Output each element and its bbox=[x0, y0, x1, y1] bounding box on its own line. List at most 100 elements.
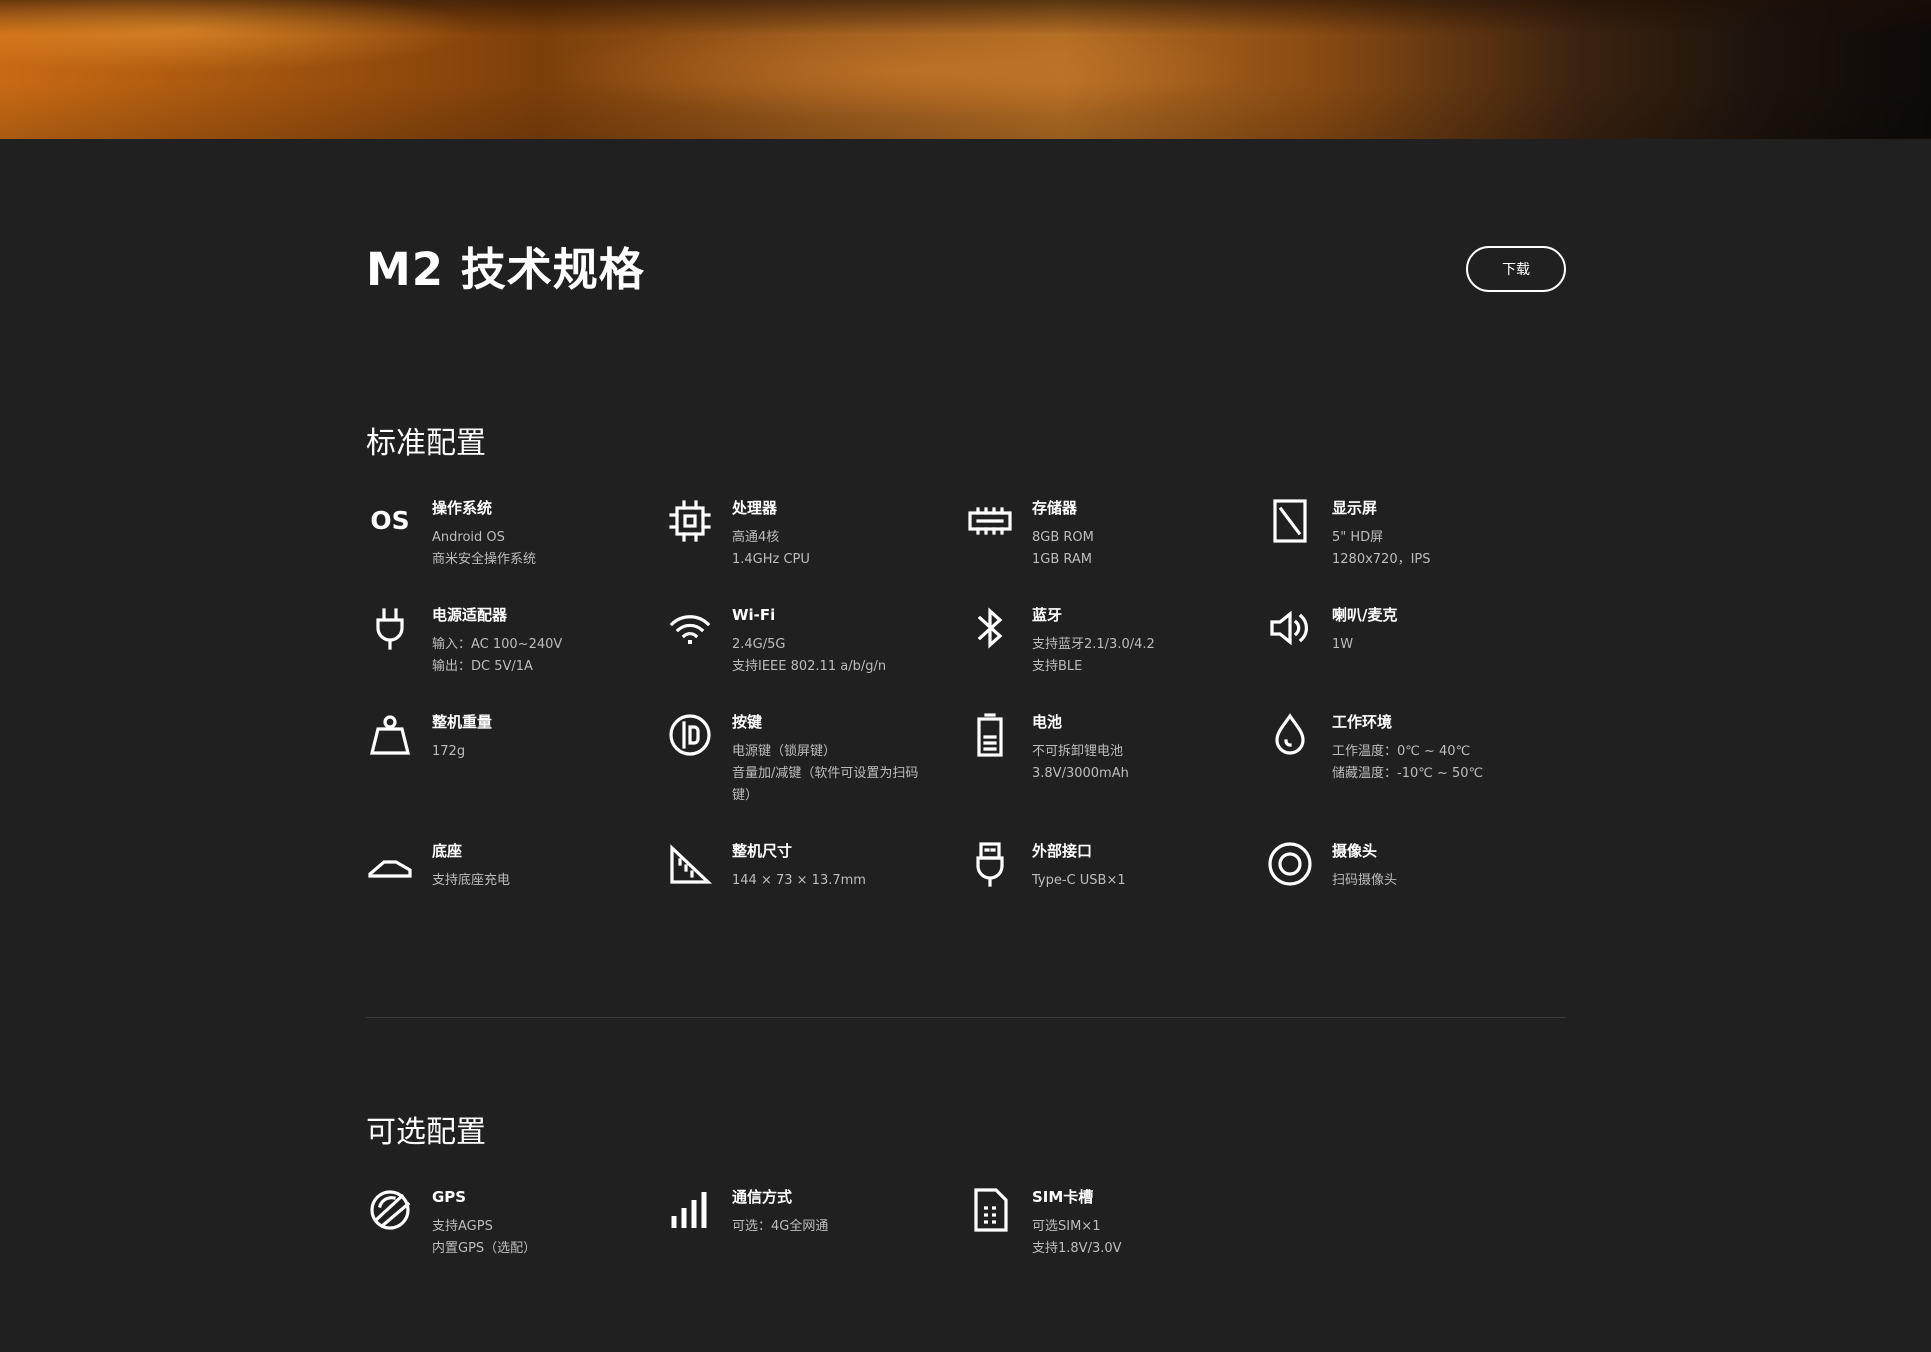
spec-text: GPS 支持AGPS 内置GPS（选配） bbox=[432, 1186, 536, 1260]
spec-text: 整机重量 172g bbox=[432, 711, 492, 763]
spec-name: 存储器 bbox=[1032, 499, 1078, 517]
spec-detail-line: 内置GPS（选配） bbox=[432, 1241, 537, 1256]
spec-detail-line: 电源键（锁屏键） bbox=[732, 744, 837, 759]
spec-item-4: 显示屏 5" HD屏 1280x720，IPS bbox=[1266, 497, 1566, 571]
spec-text: 底座 支持底座充电 bbox=[432, 840, 510, 892]
spec-text: SIM卡槽 可选SIM×1 支持1.8V/3.0V bbox=[1032, 1186, 1122, 1260]
spec-detail-line: 商米安全操作系统 bbox=[432, 552, 537, 567]
spec-item-11: 电池不可拆卸锂电池 3.8V/3000mAh bbox=[966, 711, 1266, 785]
spec-text: Wi-Fi 2.4G/5G 支持IEEE 802.11 a/b/g/n bbox=[732, 604, 886, 678]
spec-item-16: 摄像头 扫码摄像头 bbox=[1266, 840, 1566, 892]
spec-item-9: 整机重量 172g bbox=[366, 711, 666, 763]
spec-name: 外部接口 bbox=[1032, 842, 1093, 860]
spec-name: 蓝牙 bbox=[1032, 606, 1063, 624]
spec-detail-line: 高通4核 bbox=[732, 530, 780, 545]
spec-text: 工作环境工作温度：0℃ ~ 40℃ 储藏温度：-10℃ ~ 50℃ bbox=[1332, 711, 1483, 785]
spec-name: 摄像头 bbox=[1332, 842, 1378, 860]
os-icon: OS bbox=[366, 497, 414, 545]
ruler-triangle-icon bbox=[666, 840, 714, 888]
section-divider bbox=[366, 1017, 1566, 1018]
spec-text: 通信方式可选：4G全网通 bbox=[732, 1186, 828, 1238]
spec-detail-line: 输出：DC 5V/1A bbox=[432, 659, 533, 674]
spec-detail-line: 3.8V/3000mAh bbox=[1032, 766, 1129, 781]
spec-text: 显示屏 5" HD屏 1280x720，IPS bbox=[1332, 497, 1431, 571]
spec-text: 操作系统 Android OS 商米安全操作系统 bbox=[432, 497, 536, 571]
spec-detail-line: 支持AGPS bbox=[432, 1219, 493, 1234]
spec-text: 摄像头 扫码摄像头 bbox=[1332, 840, 1397, 892]
spec-name: 底座 bbox=[432, 842, 463, 860]
spec-text: 按键电源键（锁屏键） 音量加/减键（软件可设置为扫码 键） bbox=[732, 711, 918, 807]
spec-detail-line: 输入：AC 100~240V bbox=[432, 637, 563, 652]
spec-detail-line: 5" HD屏 bbox=[1332, 530, 1384, 545]
spec-text: 存储器 8GB ROM 1GB RAM bbox=[1032, 497, 1094, 571]
spec-detail-line: 1.4GHz CPU bbox=[732, 552, 810, 567]
spec-item-10: 按键电源键（锁屏键） 音量加/减键（软件可设置为扫码 键） bbox=[666, 711, 966, 807]
spec-item-8: 喇叭/麦克 1W bbox=[1266, 604, 1566, 656]
spec-text: 喇叭/麦克 1W bbox=[1332, 604, 1397, 656]
spec-item-7: 蓝牙支持蓝牙2.1/3.0/4.2 支持BLE bbox=[966, 604, 1266, 678]
spec-item-3: 存储器 8GB ROM 1GB RAM bbox=[966, 497, 1266, 571]
spec-detail-line: 可选：4G全网通 bbox=[732, 1219, 829, 1234]
optional-section-title: 可选配置 bbox=[366, 1115, 486, 1150]
spec-detail-line: 音量加/减键（软件可设置为扫码 bbox=[732, 766, 919, 781]
spec-detail-line: 工作温度：0℃ ~ 40℃ bbox=[1332, 744, 1471, 759]
cpu-icon bbox=[666, 497, 714, 545]
spec-name: 电池 bbox=[1032, 713, 1063, 731]
spec-detail-line: 1280x720，IPS bbox=[1332, 552, 1431, 567]
download-button[interactable]: 下载 bbox=[1466, 246, 1566, 292]
spec-text: 外部接口 Type-C USB×1 bbox=[1032, 840, 1126, 892]
spec-detail-line: 支持BLE bbox=[1032, 659, 1083, 674]
spec-detail-line: 键） bbox=[732, 788, 759, 803]
usb-plug-icon bbox=[966, 840, 1014, 888]
spec-detail-line: 可选SIM×1 bbox=[1032, 1219, 1101, 1234]
spec-detail-line: 1GB RAM bbox=[1032, 552, 1093, 567]
power-plug-icon bbox=[366, 604, 414, 652]
spec-text: 电池不可拆卸锂电池 3.8V/3000mAh bbox=[1032, 711, 1129, 785]
spec-name: 喇叭/麦克 bbox=[1332, 606, 1398, 624]
spec-name: 操作系统 bbox=[432, 499, 493, 517]
spec-item-6: Wi-Fi 2.4G/5G 支持IEEE 802.11 a/b/g/n bbox=[666, 604, 966, 678]
spec-detail-line: 支持蓝牙2.1/3.0/4.2 bbox=[1032, 637, 1155, 652]
spec-text: 蓝牙支持蓝牙2.1/3.0/4.2 支持BLE bbox=[1032, 604, 1155, 678]
spec-detail-line: Type-C USB×1 bbox=[1032, 873, 1126, 888]
spec-detail-line: Android OS bbox=[432, 530, 505, 545]
svg-text:OS: OS bbox=[370, 506, 409, 535]
display-icon bbox=[1266, 497, 1314, 545]
spec-item-2: 通信方式可选：4G全网通 bbox=[666, 1186, 966, 1238]
spec-item-5: 电源适配器 输入：AC 100~240V 输出：DC 5V/1A bbox=[366, 604, 666, 678]
spec-detail-line: 支持1.8V/3.0V bbox=[1032, 1241, 1122, 1256]
camera-icon bbox=[1266, 840, 1314, 888]
spec-item-1: OS 操作系统 Android OS 商米安全操作系统 bbox=[366, 497, 666, 571]
spec-name: 按键 bbox=[732, 713, 763, 731]
spec-item-13: 底座 支持底座充电 bbox=[366, 840, 666, 892]
spec-detail-line: 储藏温度：-10℃ ~ 50℃ bbox=[1332, 766, 1484, 781]
spec-item-12: 工作环境工作温度：0℃ ~ 40℃ 储藏温度：-10℃ ~ 50℃ bbox=[1266, 711, 1566, 785]
standard-section-title: 标准配置 bbox=[366, 426, 486, 461]
spec-name: GPS bbox=[432, 1188, 467, 1206]
speaker-icon bbox=[1266, 604, 1314, 652]
spec-name: Wi-Fi bbox=[732, 606, 776, 624]
spec-item-14: 整机尺寸 144 × 73 × 13.7mm bbox=[666, 840, 966, 892]
spec-detail-line: 支持IEEE 802.11 a/b/g/n bbox=[732, 659, 887, 674]
page-title: M2 技术规格 bbox=[366, 243, 645, 296]
spec-detail-line: 不可拆卸锂电池 bbox=[1032, 744, 1124, 759]
droplet-icon bbox=[1266, 711, 1314, 759]
spec-item-15: 外部接口 Type-C USB×1 bbox=[966, 840, 1266, 892]
spec-text: 整机尺寸 144 × 73 × 13.7mm bbox=[732, 840, 866, 892]
spec-name: 工作环境 bbox=[1332, 713, 1393, 731]
button-icon bbox=[666, 711, 714, 759]
spec-item-3: SIM卡槽 可选SIM×1 支持1.8V/3.0V bbox=[966, 1186, 1266, 1260]
spec-item-2: 处理器高通4核 1.4GHz CPU bbox=[666, 497, 966, 571]
spec-text: 电源适配器 输入：AC 100~240V 输出：DC 5V/1A bbox=[432, 604, 562, 678]
spec-text: 处理器高通4核 1.4GHz CPU bbox=[732, 497, 810, 571]
spec-name: 处理器 bbox=[732, 499, 778, 517]
weight-icon bbox=[366, 711, 414, 759]
bluetooth-icon bbox=[966, 604, 1014, 652]
spec-name: 显示屏 bbox=[1332, 499, 1378, 517]
dock-icon bbox=[366, 840, 414, 888]
spec-detail-line: 144 × 73 × 13.7mm bbox=[732, 873, 866, 888]
spec-name: 通信方式 bbox=[732, 1188, 793, 1206]
memory-icon bbox=[966, 497, 1014, 545]
spec-item-1: GPS 支持AGPS 内置GPS（选配） bbox=[366, 1186, 666, 1260]
spec-detail-line: 2.4G/5G bbox=[732, 637, 786, 652]
